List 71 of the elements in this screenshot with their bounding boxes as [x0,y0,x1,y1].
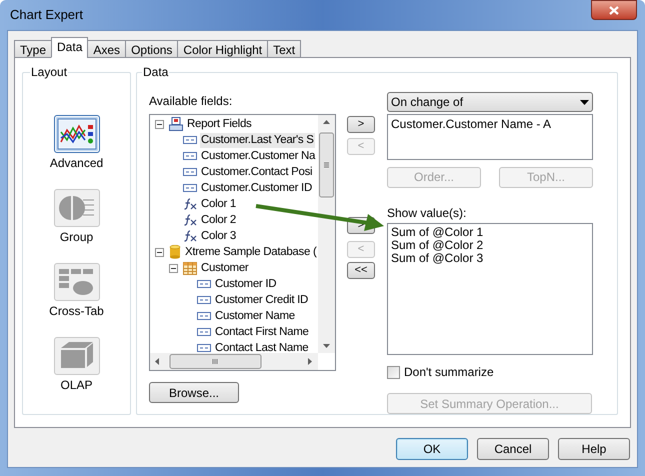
group-title: Layout [30,65,68,79]
report-icon [169,117,183,131]
action-button[interactable]: Browse... [149,382,239,403]
list-item[interactable]: Customer.Customer Name - A [391,117,589,131]
close-button[interactable] [591,0,637,20]
tree-item[interactable]: Customer.Customer ID [200,180,313,196]
show-values-label: Show value(s): [387,206,468,221]
tab[interactable]: Color Highlight [177,40,268,58]
tree-item[interactable]: Contact Last Name [214,340,310,353]
table-icon [183,262,197,274]
layout-label: Group [60,230,94,244]
field-icon [183,168,197,176]
dialog-button[interactable]: Help [558,438,630,460]
tab[interactable]: Options [125,40,178,58]
expander[interactable] [155,120,164,128]
layout-label: Cross-Tab [49,304,104,318]
field-icon [197,280,211,288]
tab[interactable]: Type [14,40,52,58]
values-list[interactable]: Sum of @Color 1 Sum of @Color 2 Sum of @Color 3 [387,222,593,356]
tree-item[interactable]: Customer.Contact Posi [200,164,314,180]
field-icon [197,344,211,352]
expander[interactable] [155,248,164,256]
move-button[interactable]: << [347,262,375,279]
tree-item[interactable]: Customer.Last Year's S [200,132,315,148]
field-icon [197,328,211,336]
tree-item[interactable]: Customer Credit ID [214,292,310,308]
checkbox-label: Don't summarize [404,364,494,382]
on-change-dropdown[interactable]: On change of [387,92,593,112]
dropdown-arrow-icon [580,100,589,104]
tree-item[interactable]: Customer [200,260,250,276]
tab[interactable]: Data [51,37,88,58]
layout-label: Advanced [50,156,104,170]
list-item[interactable]: Sum of @Color 3 [391,252,589,265]
dialog-button[interactable]: Cancel [477,438,549,460]
database-icon [169,245,181,259]
dialog-button[interactable]: OK [396,438,468,460]
expander[interactable] [169,264,178,272]
field-icon [183,184,197,192]
line-chart-icon [56,118,96,150]
field-icon [183,152,197,160]
move-button[interactable]: > [347,116,375,133]
vertical-scrollbar[interactable] [318,115,335,353]
checkbox[interactable] [387,366,400,379]
field-icon [197,312,211,320]
list-item[interactable]: Sum of @Color 2 [391,238,589,252]
fields-tree[interactable] [149,114,336,371]
close-icon [609,6,619,14]
tree-item[interactable]: Color 3 [200,228,237,244]
function-icon [183,230,197,242]
tab[interactable]: Text [267,40,302,58]
layout-label: OLAP [60,378,92,392]
tree-item[interactable]: Contact First Name [214,324,310,340]
group-list[interactable]: Customer.Customer Name - A [387,114,593,160]
tree-item[interactable]: Color 2 [200,212,237,228]
group-title: Data [142,65,170,79]
tree-item[interactable]: Color 1 [200,196,237,212]
tree-item[interactable]: Customer.Customer Na [200,148,316,164]
function-icon [183,214,197,226]
tree-item[interactable]: Customer ID [214,276,278,292]
tab[interactable]: Axes [87,40,126,58]
horizontal-scrollbar[interactable] [150,353,318,370]
window-title: Chart Expert [10,6,83,24]
tree-item[interactable]: Customer Name [214,308,296,324]
list-item[interactable]: Sum of @Color 1 [391,226,589,239]
tree-item[interactable]: Xtreme Sample Database ( [184,244,318,260]
field-icon [183,136,197,144]
field-icon [197,296,211,304]
tree-item[interactable]: Report Fields [186,116,252,132]
function-icon [183,198,197,210]
layout-option[interactable] [54,115,100,153]
available-fields-label: Available fields: [149,94,234,109]
